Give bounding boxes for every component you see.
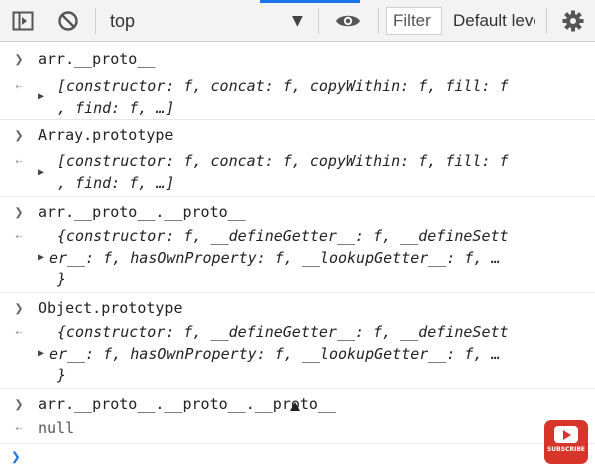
- console-output-line[interactable]: , find: f, …]: [57, 171, 174, 195]
- console-output-line: null: [38, 419, 75, 437]
- disclosure-triangle-icon[interactable]: ▶: [38, 161, 44, 185]
- live-expression-button[interactable]: [332, 0, 364, 42]
- console-input: Object.prototype: [38, 299, 183, 317]
- console-output-line[interactable]: }: [57, 267, 66, 291]
- console-entry: ❯ arr.__proto__.__proto__.__proto__ ⇠ nu…: [0, 389, 595, 443]
- console-output-line[interactable]: [constructor: f, concat: f, copyWithin: …: [57, 149, 509, 173]
- chevron-down-icon[interactable]: ▼: [292, 13, 303, 29]
- return-arrow-icon: ⇠: [15, 325, 23, 339]
- youtube-play-icon: [554, 426, 578, 443]
- context-selector[interactable]: top: [110, 0, 135, 42]
- console-input: Array.prototype: [38, 126, 174, 144]
- console-output-line[interactable]: }: [57, 363, 66, 387]
- toolbar-divider: [318, 8, 319, 34]
- console-settings-button[interactable]: [557, 0, 589, 42]
- log-levels-dropdown[interactable]: Default levels: [453, 0, 535, 42]
- chevron-right-icon: ❯: [14, 395, 24, 413]
- console-entry: ❯ Object.prototype ⇠ ▶ {constructor: f, …: [0, 293, 595, 389]
- console-input: arr.__proto__: [38, 50, 156, 68]
- console-output-line[interactable]: {constructor: f, __defineGetter__: f, __…: [57, 224, 509, 248]
- subscribe-label: SUBSCRIBE: [546, 446, 585, 453]
- console-messages: ❯ arr.__proto__ ⇠ ▶ [constructor: f, con…: [0, 42, 595, 443]
- toolbar-divider: [546, 8, 547, 34]
- console-entry: ❯ Array.prototype ⇠ ▶ [constructor: f, c…: [0, 120, 595, 197]
- clear-console-button[interactable]: [53, 0, 83, 42]
- chevron-right-icon: ❯: [14, 50, 24, 68]
- disclosure-triangle-icon[interactable]: ▶: [38, 342, 44, 366]
- console-output-line[interactable]: , find: f, …]: [57, 96, 174, 120]
- disclosure-triangle-icon[interactable]: ▶: [38, 246, 44, 270]
- return-arrow-icon: ⇠: [15, 79, 23, 93]
- mouse-cursor: [290, 402, 300, 411]
- toolbar-divider: [95, 8, 96, 34]
- console-output-line[interactable]: er__: f, hasOwnProperty: f, __lookupGett…: [49, 342, 501, 366]
- chevron-right-icon: ❯: [14, 126, 24, 144]
- return-arrow-icon: ⇠: [15, 229, 23, 243]
- console-entry: ❯ arr.__proto__ ⇠ ▶ [constructor: f, con…: [0, 42, 595, 120]
- eye-icon: [336, 15, 360, 27]
- console-toolbar: top ▼ Filter Default levels: [0, 0, 595, 42]
- return-arrow-icon: ⇠: [15, 421, 23, 435]
- chevron-right-icon: ❯: [14, 203, 24, 221]
- toolbar-divider: [378, 8, 379, 34]
- chevron-right-icon: ❯: [11, 447, 21, 466]
- filter-input[interactable]: Filter: [386, 7, 442, 35]
- console-input: arr.__proto__.__proto__: [38, 203, 246, 221]
- disclosure-triangle-icon[interactable]: ▶: [38, 85, 44, 109]
- chevron-right-icon: ❯: [14, 299, 24, 317]
- console-output-line[interactable]: {constructor: f, __defineGetter__: f, __…: [57, 320, 509, 344]
- return-arrow-icon: ⇠: [15, 154, 23, 168]
- panel-toggle-icon: [12, 11, 34, 31]
- gear-icon: [562, 10, 584, 32]
- console-prompt[interactable]: ❯: [0, 443, 595, 472]
- console-entry: ❯ arr.__proto__.__proto__ ⇠ ▶ {construct…: [0, 197, 595, 293]
- toggle-sidebar-button[interactable]: [8, 0, 38, 42]
- console-output-line[interactable]: [constructor: f, concat: f, copyWithin: …: [57, 74, 509, 98]
- subscribe-badge[interactable]: SUBSCRIBE: [544, 420, 588, 464]
- clear-console-icon: [58, 11, 78, 31]
- console-output-line[interactable]: er__: f, hasOwnProperty: f, __lookupGett…: [49, 246, 501, 270]
